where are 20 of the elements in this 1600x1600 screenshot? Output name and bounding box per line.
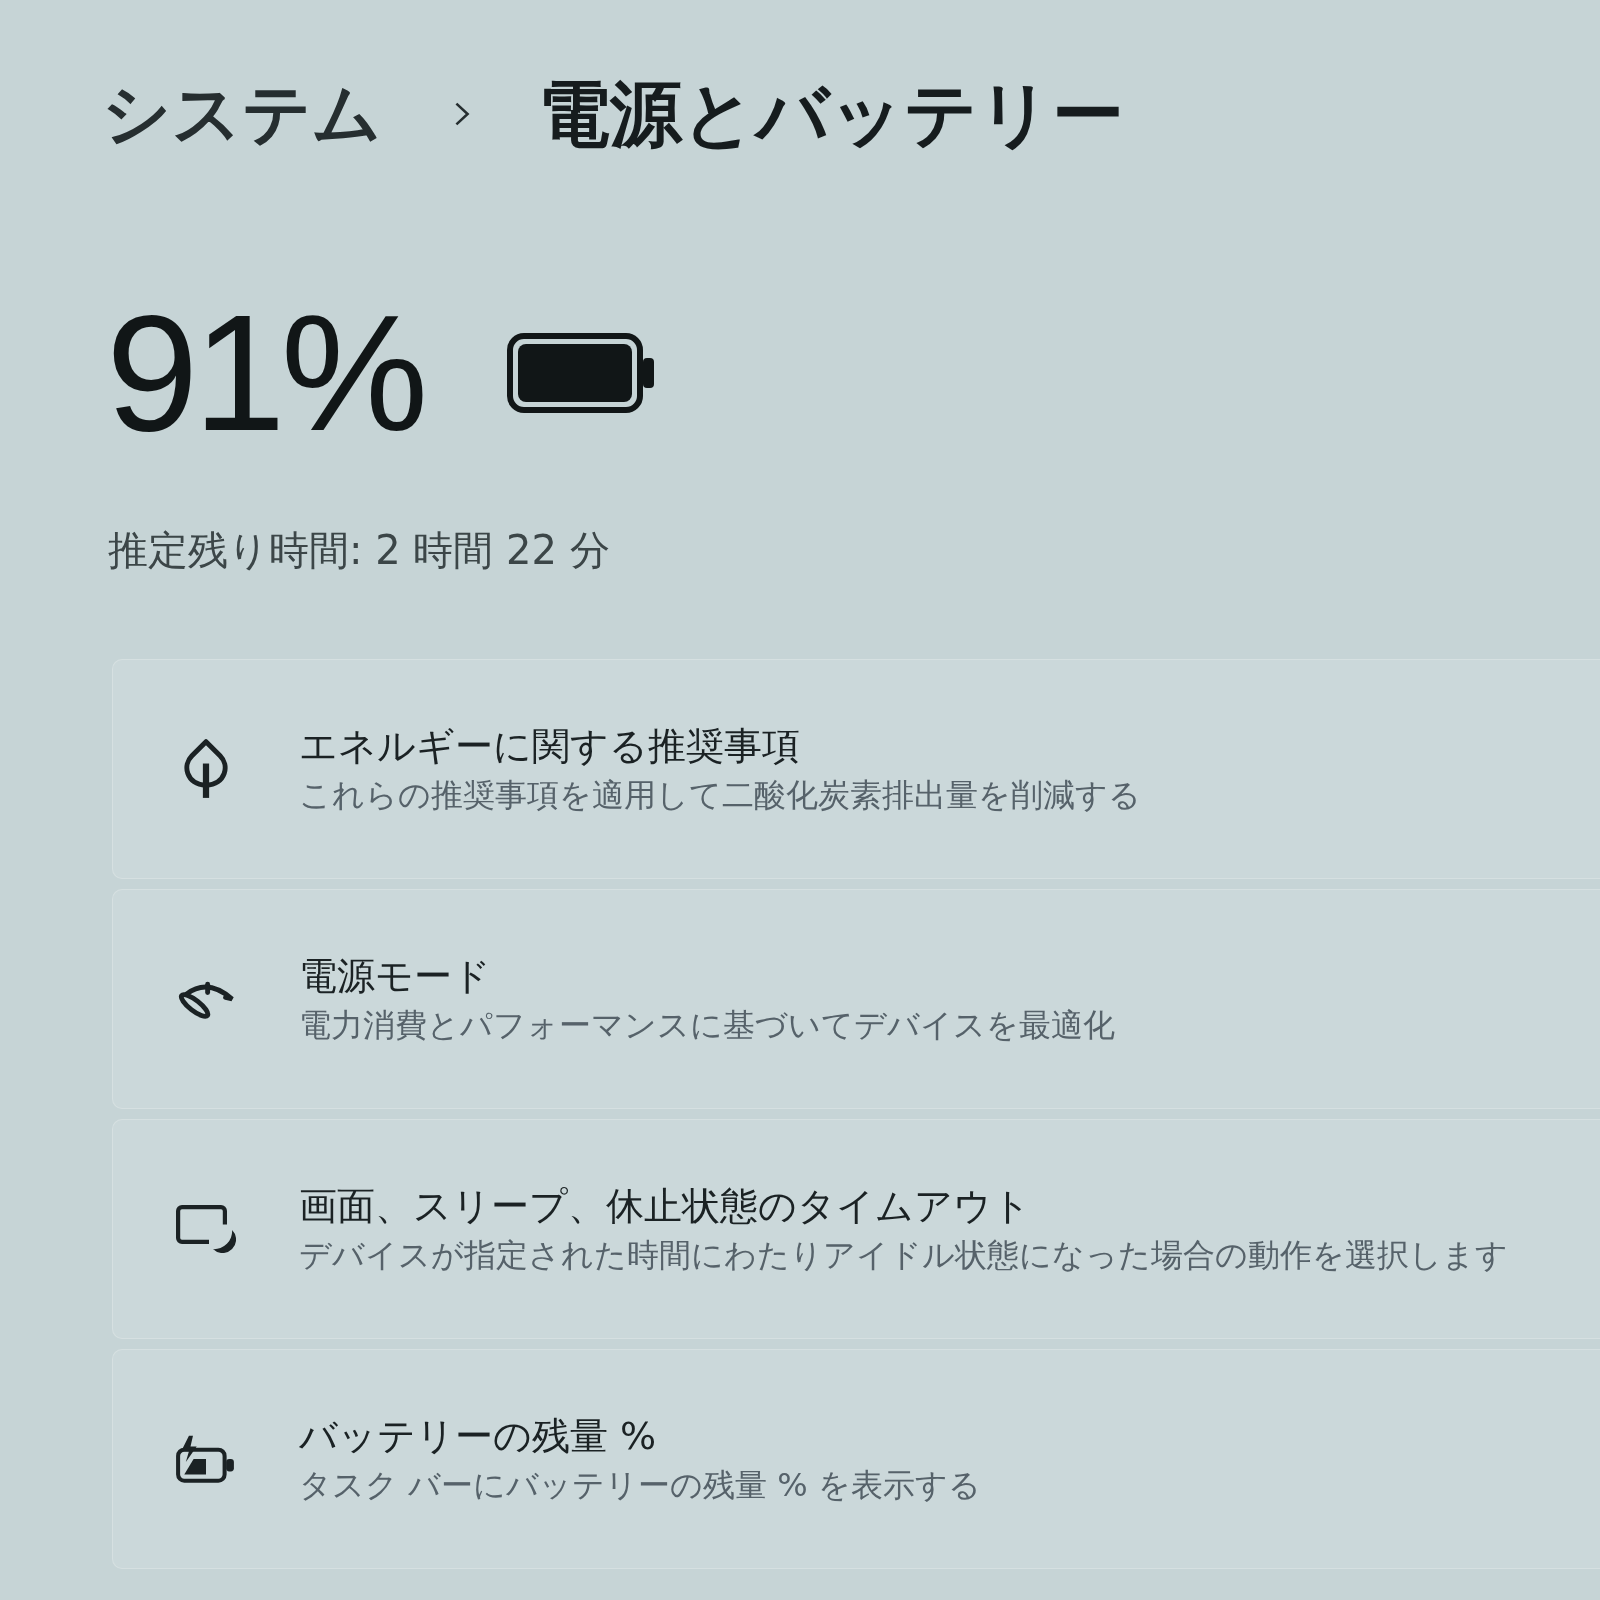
settings-card[interactable]: バッテリーの残量 % タスク バーにバッテリーの残量 % を表示する — [112, 1349, 1600, 1569]
card-description: 電力消費とパフォーマンスに基づいてデバイスを最適化 — [299, 1009, 1115, 1041]
settings-card[interactable]: エネルギーに関する推奨事項 これらの推奨事項を適用して二酸化炭素排出量を削減する — [112, 659, 1600, 879]
chevron-icon — [454, 100, 470, 128]
card-title: 電源モード — [299, 957, 491, 995]
page-title: 電源とバッテリー — [538, 78, 1124, 150]
card-title: バッテリーの残量 % — [299, 1417, 657, 1455]
card-description: これらの推奨事項を適用して二酸化炭素排出量を削減する — [299, 779, 1141, 811]
card-title: エネルギーに関する推奨事項 — [299, 727, 800, 765]
battery-bolt-icon — [175, 1434, 237, 1484]
settings-card[interactable]: 画面、スリープ、休止状態のタイムアウト デバイスが指定された時間にわたりアイドル状態になった場合の動作を選択します — [112, 1119, 1600, 1339]
leaf-icon — [181, 738, 231, 800]
battery-percentage: 91% — [106, 290, 424, 456]
card-description: タスク バーにバッテリーの残量 % を表示する — [299, 1469, 981, 1501]
card-title: 画面、スリープ、休止状態のタイムアウト — [299, 1187, 1031, 1225]
battery-time-estimate: 推定残り時間: 2 時間 22 分 — [108, 530, 610, 570]
screen-moon-icon — [176, 1205, 236, 1253]
breadcrumb-parent[interactable]: システム — [102, 80, 382, 148]
card-description: デバイスが指定された時間にわたりアイドル状態になった場合の動作を選択します — [299, 1239, 1508, 1271]
settings-card[interactable]: 電源モード 電力消費とパフォーマンスに基づいてデバイスを最適化 — [112, 889, 1600, 1109]
